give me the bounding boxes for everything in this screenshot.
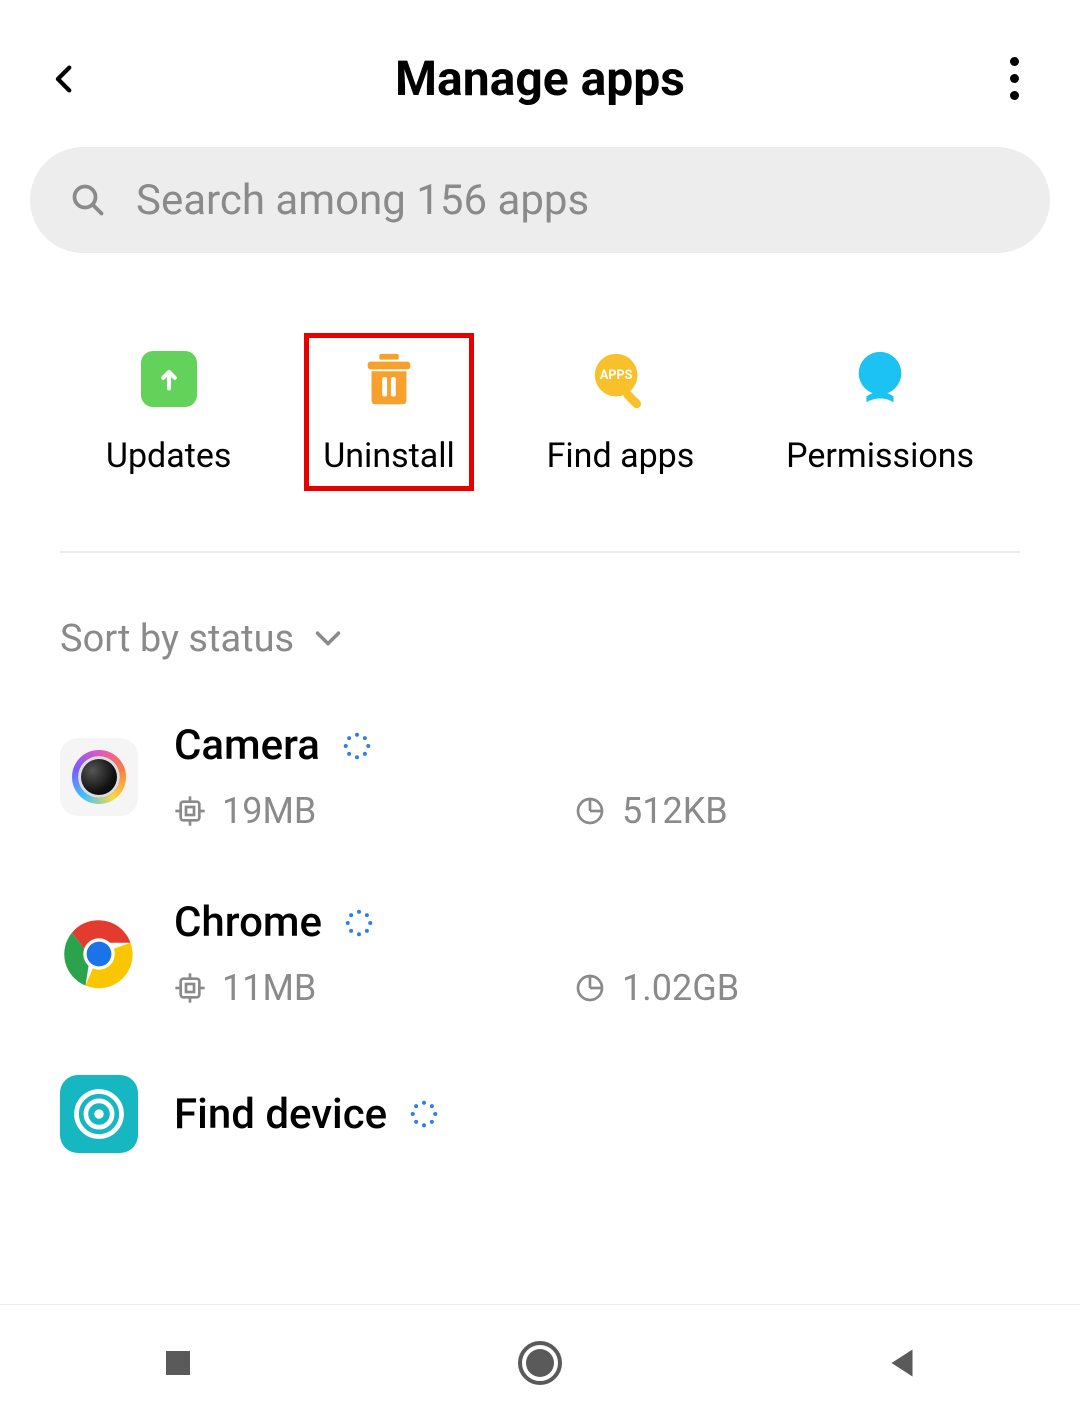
uninstall-button[interactable]: Uninstall [304,333,474,491]
nav-recent-button[interactable] [160,1345,196,1381]
nav-back-button[interactable] [884,1345,920,1381]
app-name: Camera [174,721,320,770]
overflow-menu-button[interactable] [990,54,1040,104]
square-icon [160,1345,196,1381]
find-device-app-icon [60,1075,138,1153]
action-row: Updates Uninstall APPS Find apps [0,253,1080,551]
camera-app-icon [60,738,138,816]
app-list: Camera 19MB 512KB [0,691,1080,1153]
ram-size: 11MB [222,967,316,1009]
search-bar[interactable] [30,147,1050,253]
search-input[interactable] [136,176,1010,225]
find-apps-icon: APPS [589,348,651,410]
back-icon [48,62,82,96]
ram-chip-icon [174,972,206,1004]
sort-label: Sort by status [60,617,294,661]
find-apps-button[interactable]: APPS Find apps [528,333,714,491]
nav-home-button[interactable] [516,1339,564,1387]
app-row-camera[interactable]: Camera 19MB 512KB [60,721,1020,832]
permissions-icon [849,348,911,410]
storage-size: 512KB [622,790,728,832]
loading-dots-icon [409,1099,439,1129]
sort-dropdown[interactable]: Sort by status [0,553,1080,691]
chevron-down-icon [314,629,342,649]
permissions-label: Permissions [786,436,974,476]
loading-dots-icon [344,908,374,938]
updates-icon [141,351,197,407]
back-button[interactable] [40,54,90,104]
updates-button[interactable]: Updates [87,333,251,491]
circle-icon [516,1339,564,1387]
ram-size: 19MB [222,790,316,832]
storage-pie-icon [574,972,606,1004]
ram-chip-icon [174,795,206,827]
header: Manage apps [0,0,1080,147]
search-icon [70,182,106,218]
find-apps-label: Find apps [547,436,695,476]
updates-label: Updates [106,436,232,476]
app-name: Find device [174,1090,387,1139]
triangle-left-icon [884,1345,920,1381]
permissions-button[interactable]: Permissions [767,333,993,491]
app-row-chrome[interactable]: Chrome 11MB 1.02GB [60,898,1020,1009]
storage-pie-icon [574,795,606,827]
page-title: Manage apps [395,50,685,107]
system-nav-bar [0,1304,1080,1420]
chrome-app-icon [60,915,138,993]
trash-icon [358,348,420,410]
storage-size: 1.02GB [622,967,739,1009]
dots-vertical-icon [1010,57,1019,66]
uninstall-label: Uninstall [323,436,455,476]
svg-text:APPS: APPS [600,368,633,383]
loading-dots-icon [342,731,372,761]
search-container [0,147,1080,253]
app-row-find-device[interactable]: Find device [60,1075,1020,1153]
app-name: Chrome [174,898,322,947]
